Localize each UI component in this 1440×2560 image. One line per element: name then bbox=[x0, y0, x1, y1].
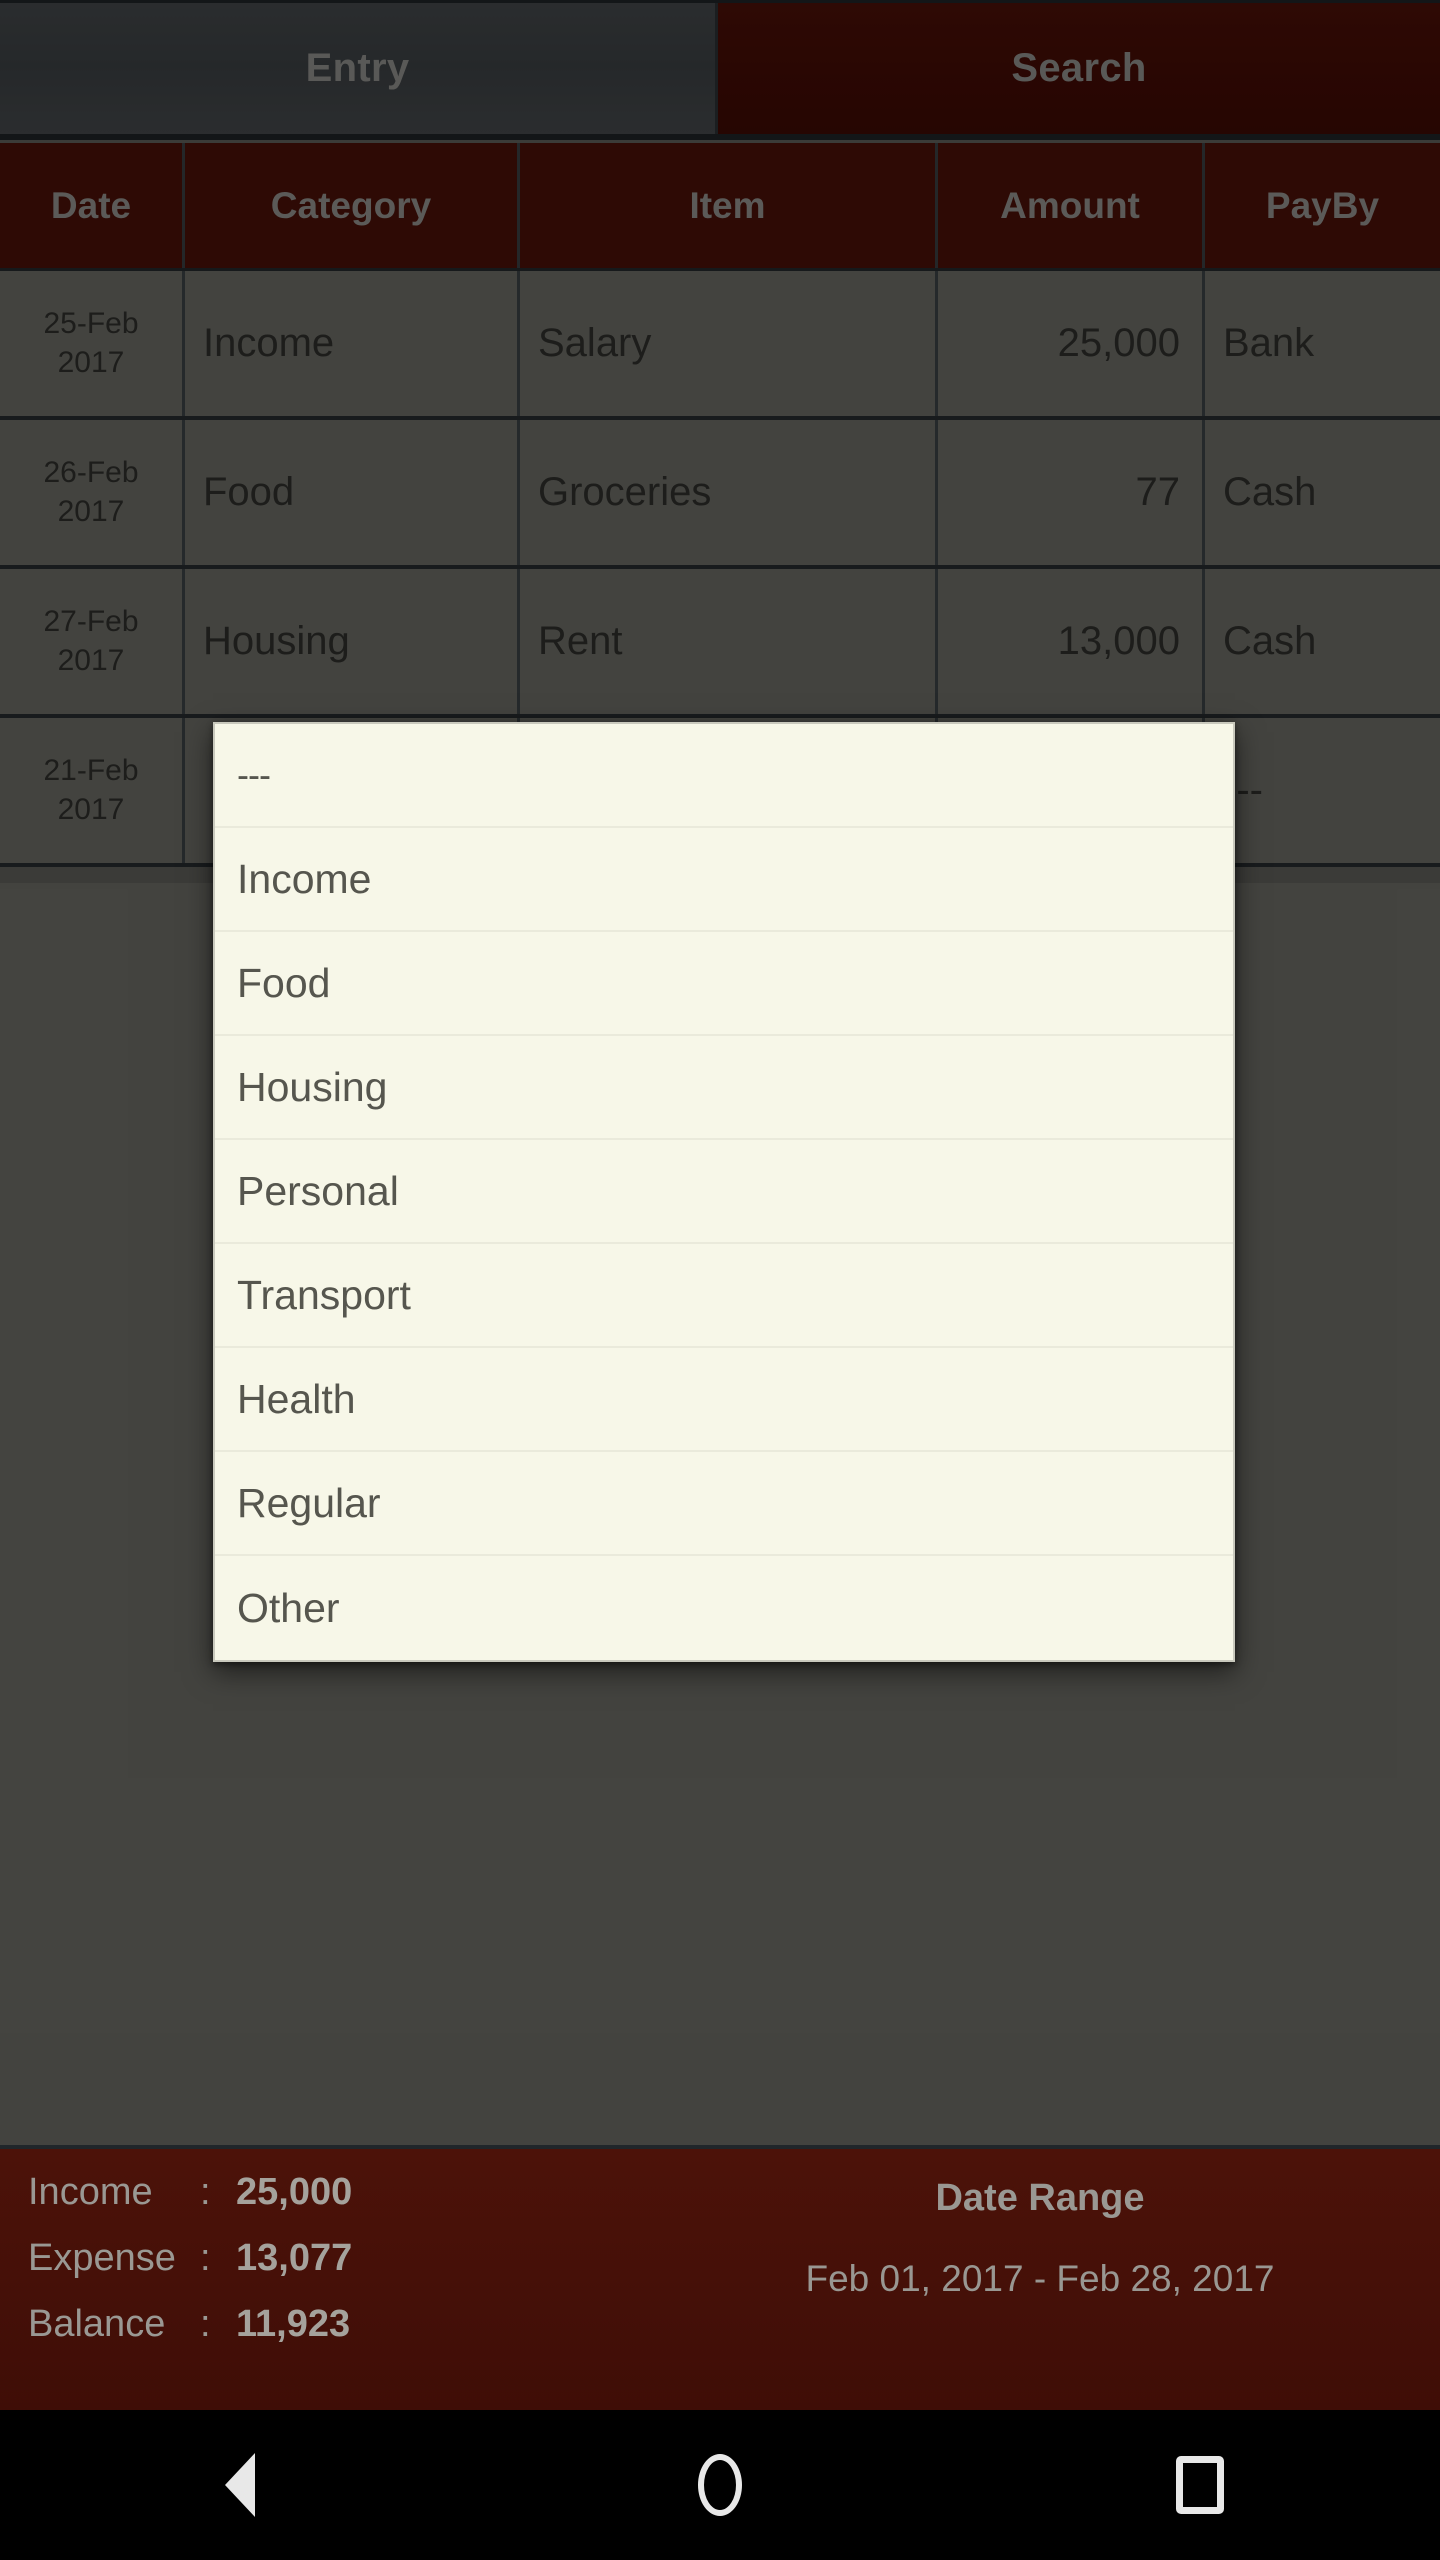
cell-date: 25-Feb 2017 bbox=[0, 271, 185, 416]
home-icon bbox=[698, 2454, 742, 2516]
cell-amount[interactable]: 77 bbox=[938, 420, 1205, 565]
date-range-title: Date Range bbox=[935, 2177, 1145, 2219]
tab-search-label: Search bbox=[1011, 46, 1147, 90]
recent-apps-icon bbox=[1176, 2456, 1224, 2514]
cell-date-day: 21-Feb bbox=[43, 754, 139, 788]
cell-date-day: 25-Feb bbox=[43, 307, 139, 341]
column-header-date[interactable]: Date bbox=[0, 143, 185, 268]
cell-date-year: 2017 bbox=[57, 494, 125, 528]
dropdown-option-transport[interactable]: Transport bbox=[215, 1244, 1233, 1348]
table-row[interactable]: 26-Feb 2017 Food Groceries 77 Cash bbox=[0, 420, 1440, 569]
dropdown-option-none[interactable]: --- bbox=[215, 724, 1233, 828]
dropdown-option-health[interactable]: Health bbox=[215, 1348, 1233, 1452]
column-header-category[interactable]: Category bbox=[185, 143, 520, 268]
cell-item[interactable]: Rent bbox=[520, 569, 938, 714]
cell-category[interactable]: Food bbox=[185, 420, 520, 565]
cell-payby[interactable]: --- bbox=[1205, 718, 1440, 863]
column-header-payby[interactable]: PayBy bbox=[1205, 143, 1440, 268]
summary-footer: Income : 25,000 Expense : 13,077 Balance… bbox=[0, 2145, 1440, 2410]
cell-date-year: 2017 bbox=[57, 345, 125, 379]
cell-category[interactable]: Income bbox=[185, 271, 520, 416]
summary-balance-colon: : bbox=[200, 2303, 211, 2345]
table-header-row: Date Category Item Amount PayBy bbox=[0, 143, 1440, 271]
cell-date-day: 26-Feb bbox=[43, 456, 139, 490]
table-row[interactable]: 27-Feb 2017 Housing Rent 13,000 Cash bbox=[0, 569, 1440, 718]
summary-expense-colon: : bbox=[200, 2237, 211, 2279]
nav-recent-button[interactable] bbox=[960, 2456, 1440, 2514]
cell-date: 27-Feb 2017 bbox=[0, 569, 185, 714]
cell-date: 21-Feb 2017 bbox=[0, 718, 185, 863]
cell-date-day: 27-Feb bbox=[43, 605, 139, 639]
summary-row-expense: Expense : 13,077 bbox=[28, 2239, 640, 2277]
dropdown-option-food[interactable]: Food bbox=[215, 932, 1233, 1036]
tab-entry-label: Entry bbox=[305, 46, 410, 90]
dropdown-option-regular[interactable]: Regular bbox=[215, 1452, 1233, 1556]
table-row[interactable]: 25-Feb 2017 Income Salary 25,000 Bank bbox=[0, 271, 1440, 420]
dropdown-option-other[interactable]: Other bbox=[215, 1556, 1233, 1660]
nav-home-button[interactable] bbox=[480, 2454, 960, 2516]
cell-amount[interactable]: 13,000 bbox=[938, 569, 1205, 714]
summary-expense-label: Expense bbox=[28, 2237, 176, 2279]
tab-search[interactable]: Search bbox=[718, 3, 1440, 134]
cell-date: 26-Feb 2017 bbox=[0, 420, 185, 565]
cell-item[interactable]: Salary bbox=[520, 271, 938, 416]
summary-row-balance: Balance : 11,923 bbox=[28, 2305, 640, 2343]
cell-amount[interactable]: 25,000 bbox=[938, 271, 1205, 416]
tab-entry[interactable]: Entry bbox=[0, 3, 718, 134]
summary-income-label: Income bbox=[28, 2171, 153, 2213]
dropdown-option-housing[interactable]: Housing bbox=[215, 1036, 1233, 1140]
summary-income-value: 25,000 bbox=[236, 2171, 353, 2213]
summary-income-colon: : bbox=[200, 2171, 211, 2213]
dropdown-option-income[interactable]: Income bbox=[215, 828, 1233, 932]
date-range-panel[interactable]: Date Range Feb 01, 2017 - Feb 28, 2017 bbox=[640, 2149, 1440, 2410]
cell-date-year: 2017 bbox=[57, 792, 125, 826]
back-icon bbox=[225, 2453, 255, 2517]
column-header-amount[interactable]: Amount bbox=[938, 143, 1205, 268]
summary-balance-value: 11,923 bbox=[236, 2303, 351, 2345]
column-header-item[interactable]: Item bbox=[520, 143, 938, 268]
summary-balance-label: Balance bbox=[28, 2303, 166, 2345]
tab-bar: Entry Search bbox=[0, 0, 1440, 140]
cell-category[interactable]: Housing bbox=[185, 569, 520, 714]
cell-payby[interactable]: Bank bbox=[1205, 271, 1440, 416]
android-nav-bar bbox=[0, 2410, 1440, 2560]
cell-payby[interactable]: Cash bbox=[1205, 420, 1440, 565]
summary-totals: Income : 25,000 Expense : 13,077 Balance… bbox=[0, 2149, 640, 2410]
cell-date-year: 2017 bbox=[57, 643, 125, 677]
cell-payby[interactable]: Cash bbox=[1205, 569, 1440, 714]
category-dropdown: --- Income Food Housing Personal Transpo… bbox=[213, 722, 1235, 1662]
nav-back-button[interactable] bbox=[0, 2453, 480, 2517]
summary-expense-value: 13,077 bbox=[236, 2237, 353, 2279]
cell-item[interactable]: Groceries bbox=[520, 420, 938, 565]
app-root: Entry Search Date Category Item Amount P… bbox=[0, 0, 1440, 2560]
summary-row-income: Income : 25,000 bbox=[28, 2173, 640, 2211]
dropdown-option-personal[interactable]: Personal bbox=[215, 1140, 1233, 1244]
date-range-value: Feb 01, 2017 - Feb 28, 2017 bbox=[805, 2258, 1275, 2299]
